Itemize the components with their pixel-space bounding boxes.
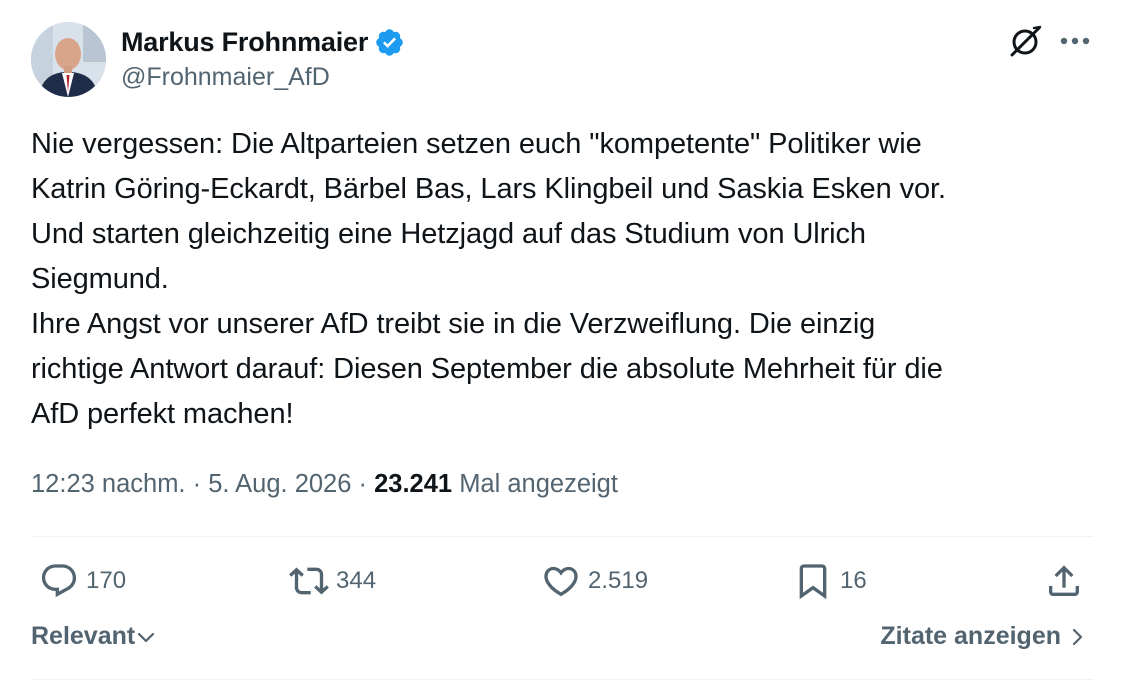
bookmark-count: 16: [840, 567, 867, 594]
repost-arrows-icon: [289, 567, 329, 595]
name-row: Markus Frohnmaier: [121, 24, 405, 60]
chevron-down-icon: [138, 632, 155, 642]
user-handle[interactable]: @Frohnmaier_AfD: [121, 63, 330, 92]
tweet-date[interactable]: 5. Aug. 2026: [208, 470, 351, 498]
divider: [31, 536, 1093, 537]
show-quotes-label: Zitate anzeigen: [880, 622, 1061, 650]
reply-button[interactable]: 170: [39, 561, 126, 601]
sort-dropdown[interactable]: Relevant: [31, 622, 157, 651]
tweet-header: Markus Frohnmaier @Frohnmaier_AfD: [0, 0, 1123, 110]
action-bar: 170 344 2.519 16: [0, 555, 1123, 611]
show-quotes-link[interactable]: Zitate anzeigen: [880, 622, 1087, 651]
share-button[interactable]: [1044, 561, 1084, 601]
repost-count: 344: [336, 567, 377, 594]
views-count: 23.241: [374, 470, 453, 498]
sort-label: Relevant: [31, 622, 136, 650]
meta-separator: ·: [185, 470, 209, 498]
tweet-time[interactable]: 12:23 nachm.: [31, 470, 186, 498]
chevron-right-icon: [1072, 628, 1083, 645]
bookmark-icon: [799, 564, 827, 600]
tweet-text: Nie vergessen: Die Altparteien setzen eu…: [31, 128, 946, 430]
like-button[interactable]: 2.519: [541, 561, 648, 601]
verified-badge-icon[interactable]: [374, 27, 405, 58]
meta-separator: ·: [351, 470, 375, 498]
avatar[interactable]: [31, 22, 106, 97]
views-label: Mal angezeigt: [459, 470, 618, 498]
display-name[interactable]: Markus Frohnmaier: [121, 27, 368, 58]
like-count: 2.519: [588, 567, 649, 594]
grok-icon[interactable]: [1007, 24, 1043, 60]
heart-icon: [544, 566, 578, 597]
more-dots-icon[interactable]: [1058, 28, 1092, 54]
tweet-meta: 12:23 nachm. · 5. Aug. 2026 · 23.241 Mal…: [31, 470, 618, 499]
reply-count: 170: [86, 567, 127, 594]
share-upload-icon: [1049, 565, 1079, 596]
bookmark-button[interactable]: 16: [793, 561, 867, 601]
reply-bubble-icon: [41, 564, 77, 598]
repost-button[interactable]: 344: [289, 561, 376, 601]
